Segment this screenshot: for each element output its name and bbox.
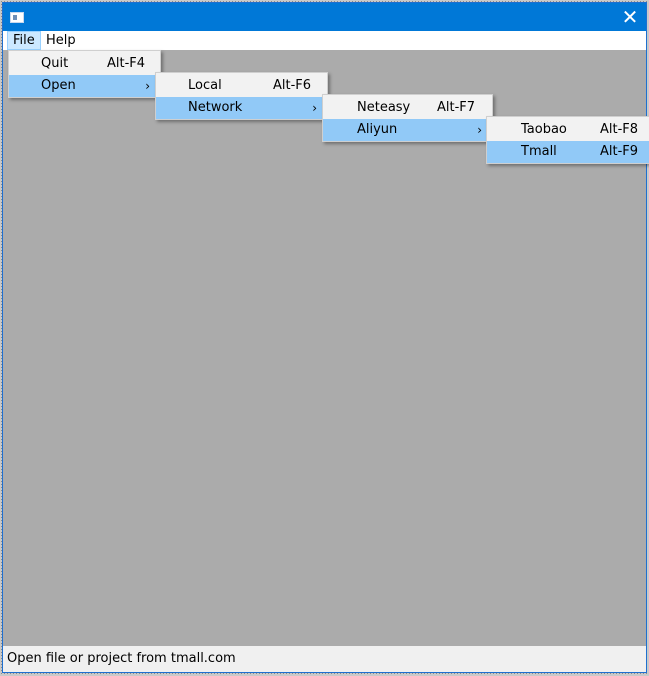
aliyun-submenu: Taobao Alt-F8 Tmall Alt-F9 <box>486 116 649 164</box>
menu-item-local[interactable]: Local Alt-F6 <box>156 75 327 97</box>
menu-item-taobao[interactable]: Taobao Alt-F8 <box>487 119 649 141</box>
menu-item-label: Open <box>41 78 76 93</box>
menu-item-quit[interactable]: Quit Alt-F4 <box>9 53 160 75</box>
menu-item-label: Local <box>188 78 222 93</box>
menu-item-network[interactable]: Network › <box>156 97 327 119</box>
menu-item-label: Neteasy <box>357 100 411 115</box>
chevron-right-icon: › <box>312 101 317 115</box>
menu-item-label: Tmall <box>521 144 557 159</box>
menu-bar: File Help <box>3 31 646 50</box>
menu-item-shortcut: Alt-F4 <box>107 56 146 71</box>
menu-item-shortcut: Alt-F6 <box>273 78 312 93</box>
title-bar[interactable]: ✕ <box>3 3 646 31</box>
app-window-icon[interactable] <box>10 12 24 23</box>
menu-item-label: Network <box>188 100 243 115</box>
menu-item-label: Quit <box>41 56 69 71</box>
file-menu-dropdown: Quit Alt-F4 Open › <box>8 50 161 98</box>
open-submenu: Local Alt-F6 Network › <box>155 72 328 120</box>
network-submenu: Neteasy Alt-F7 Aliyun › <box>322 94 493 142</box>
chevron-right-icon: › <box>145 79 150 93</box>
menu-item-aliyun[interactable]: Aliyun › <box>323 119 492 141</box>
status-bar: Open file or project from tmall.com <box>3 646 646 672</box>
menu-item-neteasy[interactable]: Neteasy Alt-F7 <box>323 97 492 119</box>
menu-help[interactable]: Help <box>41 32 81 50</box>
menu-item-shortcut: Alt-F9 <box>600 144 639 159</box>
close-button[interactable]: ✕ <box>614 3 646 31</box>
menu-item-label: Taobao <box>521 122 567 137</box>
menu-item-label: Aliyun <box>357 122 398 137</box>
menu-file[interactable]: File <box>7 31 41 50</box>
chevron-right-icon: › <box>477 123 482 137</box>
menu-item-open[interactable]: Open › <box>9 75 160 97</box>
menu-item-shortcut: Alt-F8 <box>600 122 639 137</box>
menu-item-shortcut: Alt-F7 <box>437 100 476 115</box>
menu-item-tmall[interactable]: Tmall Alt-F9 <box>487 141 649 163</box>
